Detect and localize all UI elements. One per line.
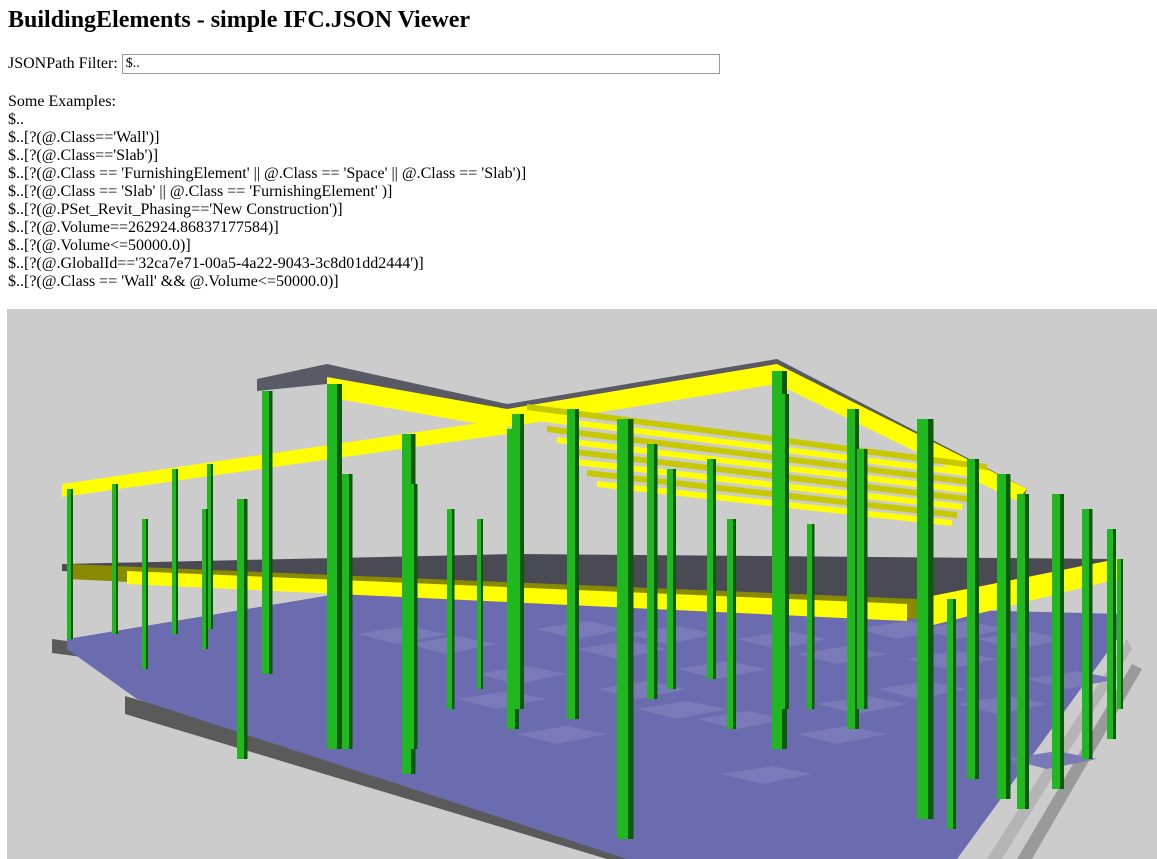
column xyxy=(727,519,733,729)
column xyxy=(477,519,481,689)
column xyxy=(777,394,785,709)
column xyxy=(481,519,483,689)
column xyxy=(244,499,248,759)
column xyxy=(847,409,855,729)
column xyxy=(1107,529,1113,739)
column xyxy=(713,459,716,679)
column xyxy=(1082,509,1089,759)
column xyxy=(967,459,975,779)
example-item: $..[?(@.Volume<=50000.0)] xyxy=(8,237,191,254)
column xyxy=(447,509,452,709)
column xyxy=(857,449,864,709)
column xyxy=(1017,494,1025,809)
roof-beam xyxy=(62,419,507,497)
jsonpath-filter-input[interactable] xyxy=(121,54,720,74)
column xyxy=(575,409,579,719)
column xyxy=(785,394,789,709)
column xyxy=(654,444,658,699)
column xyxy=(1121,559,1123,709)
column xyxy=(237,499,244,759)
column xyxy=(206,509,208,649)
column xyxy=(1089,509,1093,759)
column xyxy=(975,459,979,779)
column xyxy=(617,419,628,839)
column xyxy=(997,474,1006,799)
example-item: $..[?(@.GlobalId=='32ca7e71-00a5-4a22-90… xyxy=(8,255,424,272)
column xyxy=(707,459,713,679)
example-item: $..[?(@.Class == 'Wall' && @.Volume<=500… xyxy=(8,273,339,290)
column xyxy=(928,419,934,819)
example-item: $..[?(@.Class=='Wall')] xyxy=(8,129,160,146)
column xyxy=(414,484,418,749)
column xyxy=(628,419,634,839)
column xyxy=(172,469,176,634)
examples-heading: Some Examples: xyxy=(8,93,116,110)
example-item: $..[?(@.PSet_Revit_Phasing=='New Constru… xyxy=(8,201,343,218)
column xyxy=(407,484,414,749)
column xyxy=(864,449,868,709)
column xyxy=(947,599,953,829)
column xyxy=(917,419,928,819)
column xyxy=(1052,494,1060,789)
column xyxy=(733,519,736,729)
column xyxy=(67,489,71,639)
column xyxy=(512,414,520,709)
column xyxy=(202,509,206,649)
example-item: $..[?(@.Class == 'Slab' || @.Class == 'F… xyxy=(8,183,393,200)
column xyxy=(647,444,654,699)
column xyxy=(262,391,269,674)
column xyxy=(342,474,349,749)
jsonpath-filter-label: JSONPath Filter: xyxy=(8,55,118,72)
column xyxy=(673,469,676,689)
column xyxy=(953,599,956,829)
page-title: BuildingElements - simple IFC.JSON Viewe… xyxy=(8,7,471,33)
column xyxy=(1025,494,1029,809)
column xyxy=(1060,494,1064,789)
column xyxy=(142,519,146,669)
example-item: $..[?(@.Volume==262924.86837177584)] xyxy=(8,219,279,236)
column xyxy=(71,489,73,639)
column xyxy=(176,469,178,634)
example-item: $..[?(@.Class=='Slab')] xyxy=(8,147,159,164)
column xyxy=(337,384,342,749)
column xyxy=(667,469,673,689)
column xyxy=(812,524,815,709)
column xyxy=(327,384,337,749)
column xyxy=(349,474,353,749)
example-item: $..[?(@.Class == 'FurnishingElement' || … xyxy=(8,165,527,182)
column xyxy=(269,391,273,674)
column xyxy=(520,414,524,709)
column xyxy=(1117,559,1121,709)
column xyxy=(807,524,812,709)
3d-viewer-canvas[interactable] xyxy=(7,309,1157,859)
column xyxy=(1006,474,1011,799)
jsonpath-filter-row: JSONPath Filter: xyxy=(8,54,720,74)
example-item: $.. xyxy=(8,111,24,128)
column xyxy=(116,484,118,634)
column xyxy=(112,484,116,634)
column xyxy=(146,519,148,669)
building-model-render[interactable] xyxy=(7,309,1157,859)
column xyxy=(452,509,455,709)
column xyxy=(211,464,213,629)
column xyxy=(567,409,575,719)
examples-list: Some Examples: $.. $..[?(@.Class=='Wall'… xyxy=(8,93,526,291)
column xyxy=(1113,529,1116,739)
